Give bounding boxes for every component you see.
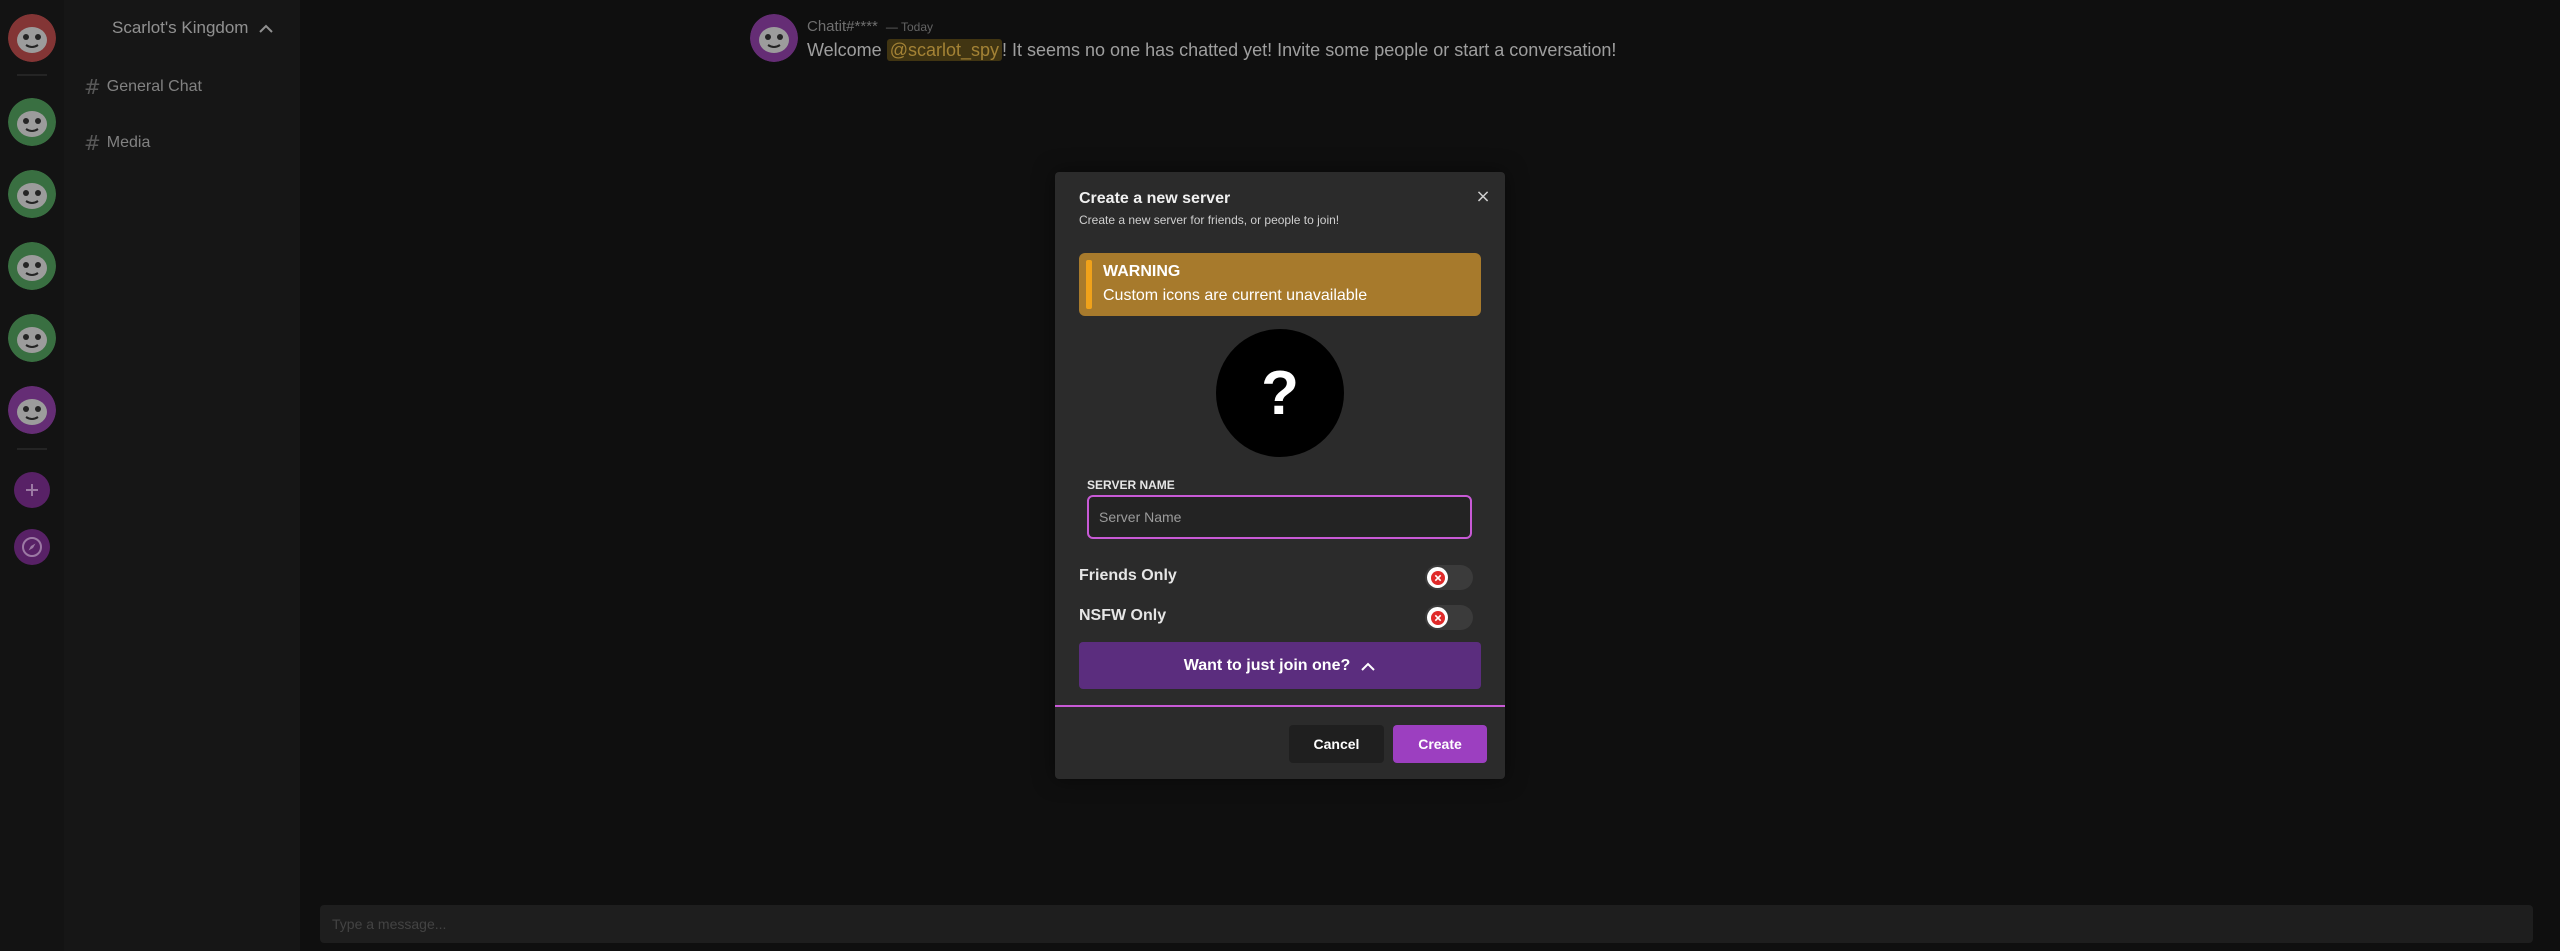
x-circle-icon [1430, 570, 1445, 585]
friends-only-label: Friends Only [1079, 567, 1177, 584]
question-mark-icon: ? [1261, 358, 1299, 428]
close-button[interactable]: × [1473, 185, 1493, 207]
close-icon: × [1475, 185, 1491, 207]
modal-divider [1055, 705, 1505, 707]
nsfw-only-label: NSFW Only [1079, 607, 1167, 624]
modal-subtitle: Create a new server for friends, or peop… [1079, 213, 1340, 227]
friends-only-toggle[interactable] [1425, 565, 1473, 590]
warning-text: Custom icons are current unavailable [1103, 287, 1368, 304]
warning-title: WARNING [1103, 263, 1181, 280]
chevron-up-icon [1361, 662, 1375, 671]
toggle-knob [1427, 607, 1448, 628]
join-server-toggle-button[interactable]: Want to just join one? [1079, 642, 1481, 689]
create-button[interactable]: Create [1393, 725, 1487, 763]
x-circle-icon [1430, 610, 1445, 625]
warning-accent-bar [1086, 260, 1092, 309]
modal-title: Create a new server [1079, 190, 1231, 207]
server-name-input[interactable] [1089, 497, 1470, 537]
join-label: Want to just join one? [1183, 656, 1351, 674]
friends-only-row: Friends Only [1079, 562, 1481, 590]
nsfw-only-row: NSFW Only [1079, 602, 1481, 630]
server-icon-picker[interactable]: ? [1216, 329, 1344, 457]
create-server-modal: Create a new server Create a new server … [1055, 172, 1505, 779]
server-name-label: SERVER NAME [1087, 478, 1175, 492]
server-name-field [1087, 495, 1472, 539]
warning-banner: WARNING Custom icons are current unavail… [1079, 253, 1481, 316]
cancel-button[interactable]: Cancel [1289, 725, 1384, 763]
toggle-knob [1427, 567, 1448, 588]
nsfw-only-toggle[interactable] [1425, 605, 1473, 630]
